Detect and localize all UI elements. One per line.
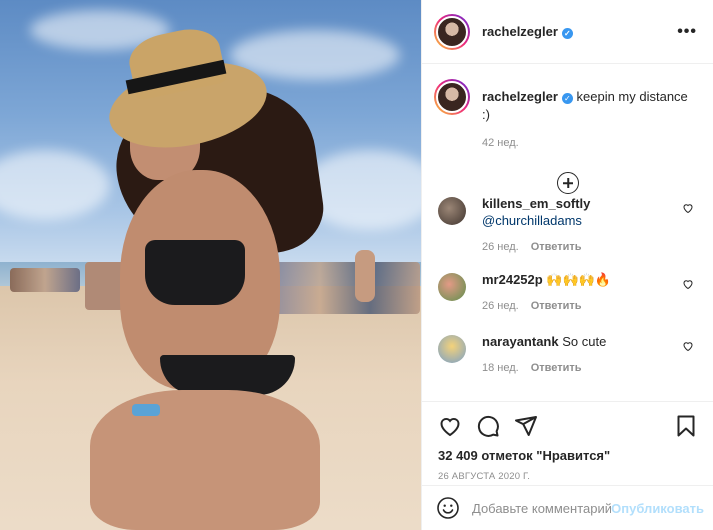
comment-icon[interactable] — [476, 414, 500, 438]
comment-time[interactable]: 26 нед. — [482, 241, 519, 253]
publish-button[interactable]: Опубликовать — [611, 501, 704, 516]
post-actions: 32 409 отметок "Нравится" 26 АВГУСТА 202… — [422, 401, 713, 485]
post-photo[interactable] — [0, 0, 421, 530]
bikini-bottom — [160, 355, 295, 395]
verified-icon: ✓ — [561, 28, 573, 39]
commenter-avatar[interactable] — [438, 197, 466, 225]
author-avatar[interactable] — [434, 13, 470, 50]
likes-count[interactable]: 32 409 отметок "Нравится" — [438, 448, 698, 463]
caption-username[interactable]: rachelzegler — [482, 89, 558, 104]
comment-item: killens_em_softly @churchilladams 26 нед… — [422, 195, 713, 256]
beach-person — [85, 262, 125, 310]
post-caption: rachelzegler ✓ keepin my distance :) 42 н… — [422, 65, 713, 152]
comment-text: So cute — [562, 334, 607, 349]
crowd — [270, 262, 420, 314]
caption-time[interactable]: 42 нед. — [482, 134, 698, 152]
beach-person — [355, 250, 375, 302]
heart-icon[interactable] — [682, 340, 694, 352]
comment-text: 🙌🙌🙌🔥 — [546, 272, 612, 287]
cloud — [0, 150, 110, 220]
share-icon[interactable] — [514, 414, 538, 438]
comments-section[interactable]: rachelzegler ✓ keepin my distance :) 42 н… — [422, 65, 713, 400]
reply-button[interactable]: Ответить — [531, 241, 582, 253]
more-icon[interactable]: ••• — [677, 23, 697, 41]
caption-avatar[interactable] — [434, 79, 470, 115]
post-panel: rachelzegler ✓ ••• rachelzegler ✓ keepin m… — [421, 0, 713, 530]
load-more-comments[interactable] — [422, 172, 713, 194]
commenter-avatar[interactable] — [438, 335, 466, 363]
post-date[interactable]: 26 АВГУСТА 2020 Г. — [438, 471, 698, 482]
bookmark-icon[interactable] — [674, 414, 698, 438]
comment-item: mr24252p 🙌🙌🙌🔥 26 нед. Ответить — [422, 271, 713, 315]
crowd — [10, 268, 80, 292]
comment-username[interactable]: mr24252p — [482, 272, 543, 287]
reply-button[interactable]: Ответить — [531, 362, 582, 374]
bikini-top — [145, 240, 245, 305]
comment-input[interactable] — [472, 500, 612, 516]
commenter-avatar[interactable] — [438, 273, 466, 301]
reply-button[interactable]: Ответить — [531, 300, 582, 312]
comment-username[interactable]: killens_em_softly — [482, 196, 590, 211]
wristband — [132, 404, 160, 416]
post-header: rachelzegler ✓ ••• — [422, 0, 713, 64]
heart-icon[interactable] — [438, 414, 462, 438]
comment-username[interactable]: narayantank — [482, 334, 559, 349]
comment-mention[interactable]: @churchilladams — [482, 212, 698, 229]
heart-icon[interactable] — [682, 202, 694, 214]
legs — [90, 390, 320, 530]
comment-item: narayantank So cute 18 нед. Ответить — [422, 333, 713, 377]
add-comment-bar: Опубликовать — [422, 485, 713, 530]
author-username[interactable]: rachelzegler ✓ — [482, 24, 573, 39]
comment-time[interactable]: 18 нед. — [482, 362, 519, 374]
verified-icon: ✓ — [561, 93, 573, 104]
heart-icon[interactable] — [682, 278, 694, 290]
emoji-icon[interactable] — [436, 496, 460, 520]
plus-circle-icon[interactable] — [557, 172, 579, 194]
comment-time[interactable]: 26 нед. — [482, 300, 519, 312]
